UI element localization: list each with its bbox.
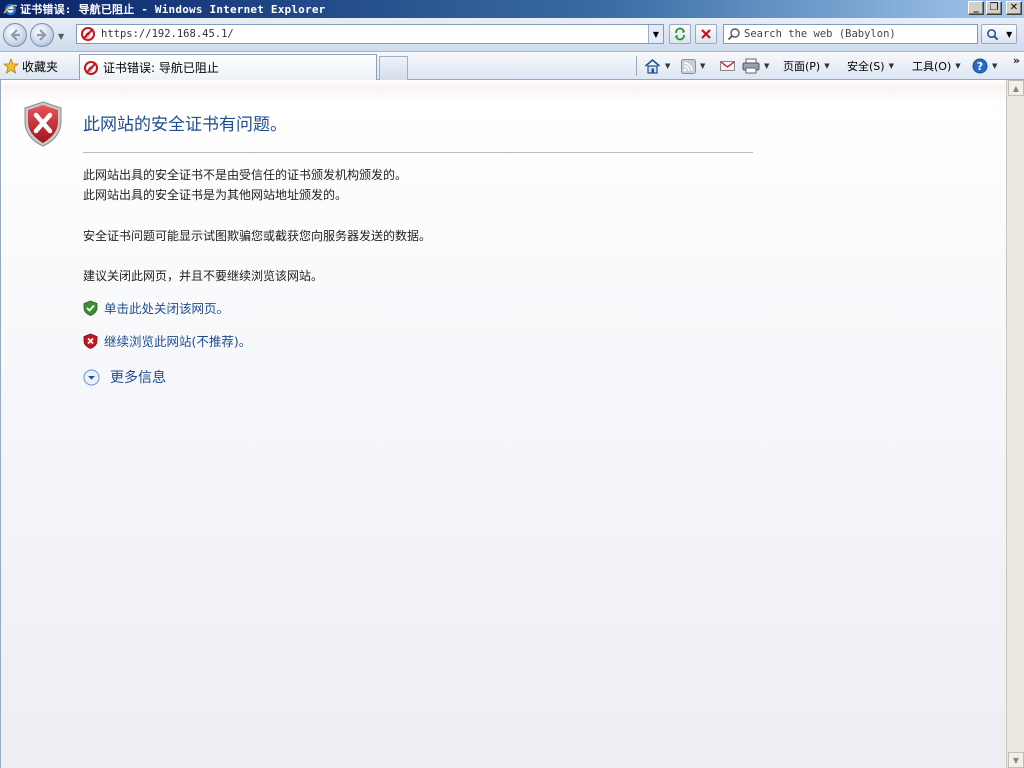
favorites-label: 收藏夹 xyxy=(22,59,59,74)
help-icon: ? xyxy=(972,58,988,74)
address-toolbar: ▼ e https://192.168.45.1/ ▼ Search the w… xyxy=(0,18,1024,52)
shield-error-small-icon xyxy=(83,333,98,349)
more-information-link[interactable]: 更多信息 xyxy=(110,367,166,387)
ie-logo-icon xyxy=(2,1,18,17)
more-commands-chevron-icon[interactable]: » xyxy=(1013,54,1020,67)
star-icon xyxy=(3,58,19,74)
recent-pages-dropdown-icon[interactable]: ▼ xyxy=(58,32,64,41)
certificate-error-icon: e xyxy=(83,60,99,76)
stop-button[interactable] xyxy=(695,24,717,44)
shield-error-icon xyxy=(24,101,62,147)
refresh-button[interactable] xyxy=(669,24,691,44)
stop-x-icon xyxy=(701,29,711,39)
vertical-scrollbar[interactable]: ▲ ▼ xyxy=(1006,80,1024,768)
arrow-right-icon xyxy=(37,29,47,41)
mail-icon xyxy=(720,61,735,71)
search-go-icon xyxy=(986,28,998,40)
search-options-dropdown-icon[interactable]: ▼ xyxy=(1006,30,1012,39)
search-go-button[interactable]: ▼ xyxy=(981,24,1017,44)
feeds-button[interactable]: ▼ xyxy=(681,57,705,75)
print-button[interactable]: ▼ xyxy=(742,57,769,75)
risk-warning: 安全证书问题可能显示试图欺骗您或截获您向服务器发送的数据。 xyxy=(83,229,432,243)
continue-to-website-link[interactable]: 继续浏览此网站(不推荐)。 xyxy=(104,331,251,350)
error-page: 此网站的安全证书有问题。 此网站出具的安全证书不是由受信任的证书颁发机构颁发的。… xyxy=(0,80,1006,768)
page-menu[interactable]: 页面(P) ▼ xyxy=(783,57,830,75)
home-button[interactable]: ▼ xyxy=(644,57,670,75)
search-input[interactable]: Search the web (Babylon) xyxy=(723,24,978,44)
rss-feed-icon xyxy=(681,58,696,74)
minimize-button[interactable]: _ xyxy=(968,1,984,15)
reason-untrusted-issuer: 此网站出具的安全证书不是由受信任的证书颁发机构颁发的。 xyxy=(83,168,408,182)
tools-menu-dropdown-icon: ▼ xyxy=(955,62,961,70)
title-bar[interactable]: 证书错误: 导航已阻止 - Windows Internet Explorer … xyxy=(0,0,1024,18)
help-button[interactable]: ? ▼ xyxy=(972,57,997,75)
safety-menu[interactable]: 安全(S) ▼ xyxy=(847,57,894,75)
certificate-error-icon: e xyxy=(79,25,97,43)
address-field[interactable]: e https://192.168.45.1/ ▼ xyxy=(76,24,664,44)
search-placeholder: Search the web (Babylon) xyxy=(744,28,896,40)
shield-ok-icon xyxy=(83,300,98,316)
recommendation: 建议关闭此网页，并且不要继续浏览该网站。 xyxy=(83,269,324,283)
tools-menu-label: 工具(O) xyxy=(912,60,952,73)
more-information-row[interactable]: 更多信息 xyxy=(83,367,166,387)
tools-menu[interactable]: 工具(O) ▼ xyxy=(912,57,961,75)
heading-divider xyxy=(83,152,753,153)
expand-circle-icon[interactable] xyxy=(83,369,100,386)
new-tab-button[interactable] xyxy=(379,56,408,80)
restore-button[interactable]: ❐ xyxy=(986,1,1002,15)
url-text: https://192.168.45.1/ xyxy=(101,28,234,40)
help-dropdown-icon[interactable]: ▼ xyxy=(992,62,997,70)
command-bar: 收藏夹 e 证书错误: 导航已阻止 ▼ ▼ ▼ 页面(P) ▼ 安全(S) ▼ … xyxy=(0,52,1024,80)
back-button[interactable] xyxy=(3,23,27,47)
close-page-link[interactable]: 单击此处关闭该网页。 xyxy=(104,298,229,317)
arrow-left-icon xyxy=(10,29,20,41)
page-menu-label: 页面(P) xyxy=(783,60,821,73)
home-icon xyxy=(644,58,661,74)
window-title: 证书错误: 导航已阻止 - Windows Internet Explorer xyxy=(20,3,326,16)
print-dropdown-icon[interactable]: ▼ xyxy=(764,62,769,70)
page-menu-dropdown-icon: ▼ xyxy=(824,62,830,70)
scroll-up-button[interactable]: ▲ xyxy=(1008,80,1024,96)
address-dropdown-icon[interactable]: ▼ xyxy=(648,25,663,43)
svg-text:e: e xyxy=(85,31,90,41)
home-dropdown-icon[interactable]: ▼ xyxy=(665,62,670,70)
close-window-button[interactable]: ✕ xyxy=(1006,1,1022,15)
tab-certificate-error[interactable]: e 证书错误: 导航已阻止 xyxy=(79,54,377,80)
favorites-button[interactable]: 收藏夹 xyxy=(3,56,58,76)
safety-menu-label: 安全(S) xyxy=(847,60,885,73)
svg-text:?: ? xyxy=(977,60,983,73)
printer-icon xyxy=(742,58,760,74)
read-mail-button[interactable] xyxy=(720,57,735,75)
search-icon xyxy=(727,28,740,41)
error-heading: 此网站的安全证书有问题。 xyxy=(83,115,287,135)
close-page-link-row: 单击此处关闭该网页。 xyxy=(83,298,229,317)
scroll-down-button[interactable]: ▼ xyxy=(1008,752,1024,768)
reason-address-mismatch: 此网站出具的安全证书是为其他网站地址颁发的。 xyxy=(83,188,348,202)
feeds-dropdown-icon[interactable]: ▼ xyxy=(700,62,705,70)
safety-menu-dropdown-icon: ▼ xyxy=(888,62,894,70)
continue-link-row: 继续浏览此网站(不推荐)。 xyxy=(83,331,251,350)
tab-label: 证书错误: 导航已阻止 xyxy=(103,61,219,75)
svg-text:e: e xyxy=(88,64,93,74)
refresh-icon xyxy=(675,27,685,41)
forward-button[interactable] xyxy=(30,23,54,47)
toolbar-divider xyxy=(636,56,637,76)
